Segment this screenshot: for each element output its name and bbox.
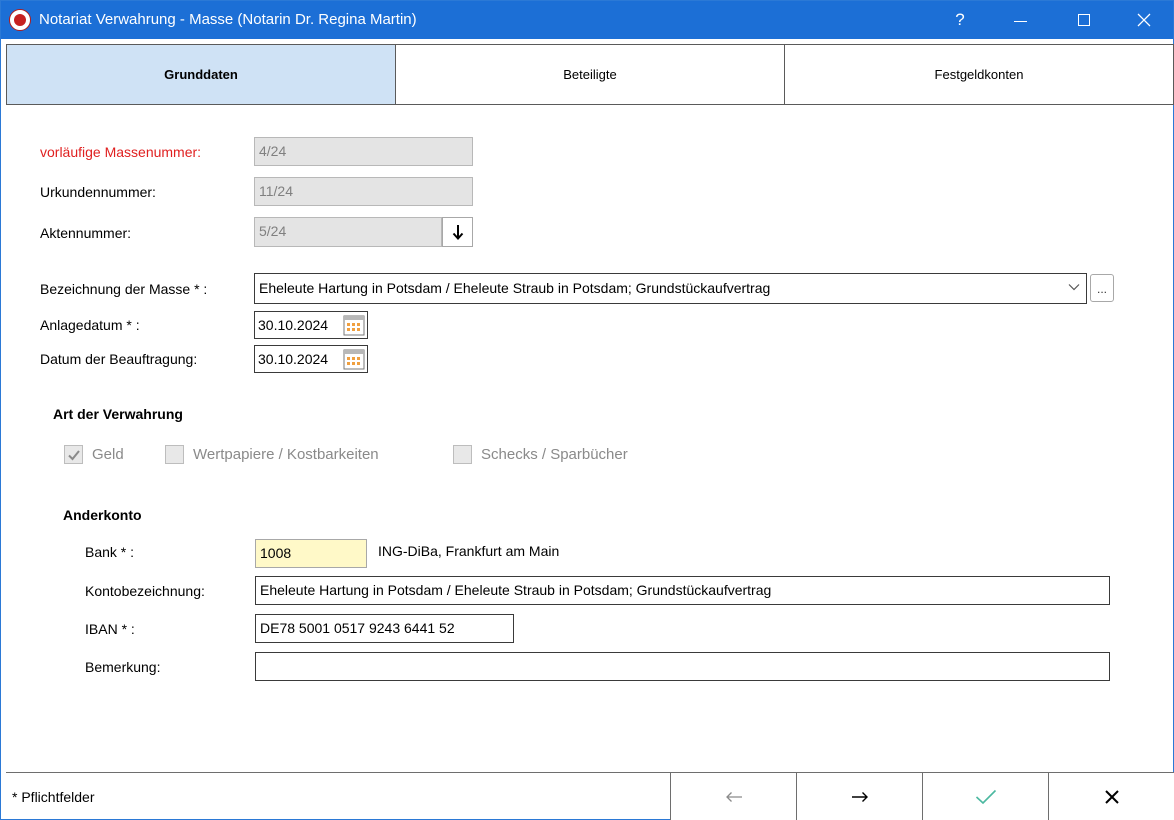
pflichtfelder-note: * Pflichtfelder — [12, 789, 95, 805]
checkbox-geld-label: Geld — [92, 445, 124, 463]
chevron-down-icon — [1068, 284, 1080, 291]
arrow-right-icon — [851, 792, 868, 802]
anlagedatum-field[interactable]: 30.10.2024 — [254, 311, 368, 339]
help-button[interactable]: ? — [937, 1, 983, 39]
maximize-icon — [1078, 14, 1090, 26]
cancel-button[interactable] — [1048, 773, 1174, 820]
checkbox-box — [165, 444, 184, 464]
bezeichnung-value: Eheleute Hartung in Potsdam / Eheleute S… — [259, 280, 771, 296]
anderkonto-section-title: Anderkonto — [63, 507, 142, 523]
tab-grunddaten[interactable]: Grunddaten — [7, 45, 396, 104]
checkbox-box — [64, 444, 83, 464]
aktennummer-assign-button[interactable] — [442, 217, 473, 247]
maximize-button[interactable] — [1061, 1, 1107, 39]
checkbox-wertpapiere-label: Wertpapiere / Kostbarkeiten — [193, 445, 379, 463]
dialog-window: Notariat Verwahrung - Masse (Notarin Dr.… — [0, 0, 1174, 820]
bank-name: ING-DiBa, Frankfurt am Main — [378, 543, 560, 559]
next-button[interactable] — [796, 773, 922, 820]
arrow-down-icon — [452, 225, 463, 240]
bezeichnung-more-button[interactable]: ... — [1090, 274, 1114, 302]
bemerkung-field[interactable] — [255, 652, 1110, 681]
calendar-icon[interactable] — [343, 315, 365, 336]
iban-label: IBAN * : — [85, 621, 135, 637]
bank-field[interactable]: 1008 — [255, 539, 367, 568]
kontobezeichnung-label: Kontobezeichnung: — [85, 583, 205, 599]
checkbox-geld: Geld — [64, 444, 124, 464]
window-title: Notariat Verwahrung - Masse (Notarin Dr.… — [39, 11, 417, 28]
ok-button[interactable] — [922, 773, 1048, 820]
aktennummer-label: Aktennummer: — [40, 225, 132, 241]
previous-button[interactable] — [670, 773, 796, 820]
beauftragung-value: 30.10.2024 — [258, 351, 329, 367]
checkbox-schecks: Schecks / Sparbücher — [453, 444, 628, 464]
minimize-button[interactable] — [997, 1, 1043, 39]
iban-field[interactable]: DE78 5001 0517 9243 6441 52 — [255, 614, 514, 643]
app-logo-icon — [9, 9, 31, 31]
bank-label: Bank * : — [85, 544, 135, 560]
anlagedatum-label: Anlagedatum * : — [40, 317, 140, 333]
aktennummer-field: 5/24 — [254, 217, 442, 247]
kontobezeichnung-field[interactable]: Eheleute Hartung in Potsdam / Eheleute S… — [255, 576, 1110, 605]
tab-bar: Grunddaten Beteiligte Festgeldkonten — [6, 44, 1174, 105]
tab-beteiligte[interactable]: Beteiligte — [396, 45, 785, 104]
close-window-button[interactable] — [1121, 1, 1167, 39]
checkmark-icon — [68, 449, 80, 460]
anlagedatum-value: 30.10.2024 — [258, 317, 329, 333]
bezeichnung-label: Bezeichnung der Masse * : — [40, 281, 208, 297]
bezeichnung-combobox[interactable]: Eheleute Hartung in Potsdam / Eheleute S… — [254, 273, 1087, 304]
footer-bar: * Pflichtfelder — [6, 772, 1174, 820]
checkbox-box — [453, 444, 472, 464]
checkbox-schecks-label: Schecks / Sparbücher — [481, 445, 628, 463]
calendar-icon[interactable] — [343, 349, 365, 370]
checkmark-icon — [975, 789, 996, 805]
arrow-left-icon — [725, 792, 742, 802]
checkbox-wertpapiere: Wertpapiere / Kostbarkeiten — [165, 444, 379, 464]
urkundennummer-label: Urkundennummer: — [40, 184, 156, 200]
title-bar: Notariat Verwahrung - Masse (Notarin Dr.… — [1, 1, 1173, 39]
massennummer-field: 4/24 — [254, 137, 473, 166]
minimize-icon — [1014, 21, 1027, 22]
verwahrung-section-title: Art der Verwahrung — [53, 406, 183, 422]
close-icon — [1104, 790, 1119, 804]
massennummer-label: vorläufige Massenummer: — [40, 144, 202, 160]
bemerkung-label: Bemerkung: — [85, 659, 161, 675]
close-icon — [1137, 13, 1151, 27]
tab-festgeldkonten[interactable]: Festgeldkonten — [785, 45, 1173, 104]
beauftragung-field[interactable]: 30.10.2024 — [254, 345, 368, 373]
urkundennummer-field: 11/24 — [254, 177, 473, 206]
beauftragung-label: Datum der Beauftragung: — [40, 351, 198, 367]
